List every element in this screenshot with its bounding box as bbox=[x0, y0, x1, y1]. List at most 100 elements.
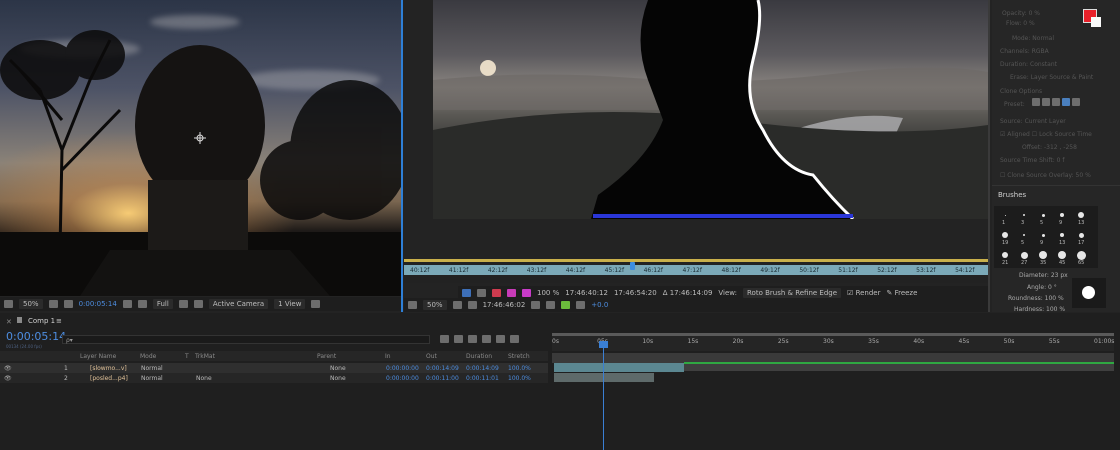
playhead-handle[interactable] bbox=[599, 341, 608, 348]
red-channel-icon[interactable] bbox=[492, 289, 501, 297]
tab-menu-icon[interactable]: ≡ bbox=[56, 317, 62, 325]
col-in[interactable]: In bbox=[385, 353, 391, 360]
panel-divider[interactable] bbox=[988, 0, 990, 312]
layer-in[interactable]: 0:00:00:00 bbox=[386, 365, 419, 372]
col-out[interactable]: Out bbox=[426, 353, 437, 360]
brush-preset[interactable] bbox=[1020, 251, 1028, 259]
layer-parent[interactable]: None bbox=[330, 375, 346, 382]
exposure-value[interactable]: +0.0 bbox=[591, 301, 608, 309]
comp-tab[interactable]: Comp 1 bbox=[28, 317, 55, 325]
always-preview-icon[interactable] bbox=[4, 300, 13, 308]
green-channel-icon[interactable] bbox=[561, 301, 571, 309]
alpha-overlay-icon[interactable] bbox=[522, 289, 531, 297]
mask-icon[interactable] bbox=[467, 301, 477, 309]
view-dropdown[interactable]: Roto Brush & Refine Edge bbox=[743, 288, 842, 298]
work-area-bar[interactable] bbox=[404, 259, 988, 262]
layer-stretch[interactable]: 100.0% bbox=[508, 365, 531, 372]
aligned-checkbox[interactable]: ☑ Aligned ☐ Lock Source Time bbox=[1000, 131, 1092, 138]
brush-preset[interactable] bbox=[1041, 233, 1045, 237]
col-stretch[interactable]: Stretch bbox=[508, 353, 530, 360]
brush-preset[interactable] bbox=[1004, 214, 1006, 216]
brush-preset[interactable] bbox=[1023, 234, 1025, 236]
layer-mode[interactable]: Normal bbox=[141, 375, 163, 382]
brush-preset[interactable] bbox=[1078, 212, 1084, 218]
layer-trkmat[interactable]: None bbox=[196, 375, 212, 382]
reset-exposure-icon[interactable] bbox=[576, 301, 586, 309]
magenta-overlay-icon[interactable] bbox=[507, 289, 516, 297]
layer-duration[interactable]: 0:00:11:01 bbox=[466, 375, 499, 382]
resolution-dropdown[interactable]: Full bbox=[152, 299, 173, 309]
snapshot-icon[interactable] bbox=[531, 301, 541, 309]
composition-viewer[interactable] bbox=[0, 0, 401, 296]
mode-dropdown[interactable]: Normal bbox=[1032, 35, 1054, 42]
views-dropdown[interactable]: 1 View bbox=[274, 299, 306, 309]
region-icon[interactable] bbox=[178, 300, 188, 308]
layer-name[interactable]: [posled...p4] bbox=[90, 375, 128, 382]
time-in-bracket[interactable]: 17:46:40:12 bbox=[565, 289, 608, 297]
transparency-grid-icon[interactable] bbox=[193, 300, 203, 308]
clone-overlay-checkbox[interactable]: ☐ Clone Source Overlay: 50 % bbox=[1000, 172, 1091, 179]
col-mode[interactable]: Mode bbox=[140, 353, 156, 360]
motion-blur-icon[interactable] bbox=[496, 335, 505, 343]
color-icon[interactable] bbox=[546, 301, 556, 309]
brush-preset[interactable] bbox=[1078, 232, 1084, 238]
layer-duration[interactable]: 0:00:14:09 bbox=[466, 365, 499, 372]
angle-field[interactable]: Angle: 0 ° bbox=[1027, 284, 1057, 291]
camera-dropdown[interactable]: Active Camera bbox=[208, 299, 269, 309]
brush-preset[interactable] bbox=[1076, 250, 1086, 260]
comp-flowchart-icon[interactable] bbox=[440, 335, 449, 343]
col-parent[interactable]: Parent bbox=[317, 353, 336, 360]
layer-search-input[interactable]: ρ▾ bbox=[62, 335, 430, 344]
clone-options-heading[interactable]: Clone Options bbox=[1000, 88, 1042, 95]
brush-preset[interactable] bbox=[1023, 214, 1025, 216]
layer-timecode[interactable]: 17:46:46:02 bbox=[483, 301, 526, 309]
layer-eye-icon[interactable]: 👁 bbox=[4, 375, 12, 382]
layer-out[interactable]: 0:00:11:00 bbox=[426, 375, 459, 382]
roundness-field[interactable]: Roundness: 100 % bbox=[1008, 295, 1064, 302]
preset-icon[interactable] bbox=[1042, 98, 1050, 106]
current-time-display[interactable]: 0:00:05:14 bbox=[6, 330, 66, 343]
preset-icon[interactable] bbox=[1032, 98, 1040, 106]
mask-icon[interactable] bbox=[63, 300, 73, 308]
layer-in[interactable]: 0:00:00:00 bbox=[386, 375, 419, 382]
channels-dropdown[interactable]: RGBA bbox=[1032, 48, 1049, 55]
col-t[interactable]: T bbox=[185, 353, 189, 360]
hardness-field[interactable]: Hardness: 100 % bbox=[1014, 306, 1065, 313]
layer-parent[interactable]: None bbox=[330, 365, 346, 372]
grid-icon[interactable] bbox=[48, 300, 58, 308]
layer-mode[interactable]: Normal bbox=[141, 365, 163, 372]
brush-preset[interactable] bbox=[1060, 233, 1064, 237]
erase-dropdown[interactable]: Layer Source & Paint bbox=[1031, 74, 1094, 81]
layer-out[interactable]: 0:00:14:09 bbox=[426, 365, 459, 372]
brush-preset[interactable] bbox=[1060, 213, 1064, 217]
grid-icon[interactable] bbox=[452, 301, 462, 309]
layer-name[interactable]: [slowmo...v] bbox=[90, 365, 127, 372]
freeze-button[interactable]: ✎ Freeze bbox=[886, 289, 917, 297]
toggle-icon[interactable] bbox=[462, 289, 471, 297]
layer-stretch[interactable]: 100.0% bbox=[508, 375, 531, 382]
background-color-swatch[interactable] bbox=[1091, 17, 1101, 27]
comp-time-ruler[interactable]: 0s05s10s15s20s25s30s35s40s45s50s55s01:00… bbox=[552, 333, 1114, 351]
time-out-bracket[interactable]: 17:46:54:20 bbox=[614, 289, 657, 297]
view-options-icon[interactable] bbox=[311, 300, 321, 308]
opacity-field[interactable]: Opacity: 0 % bbox=[1002, 10, 1040, 17]
snap-icon[interactable] bbox=[477, 289, 486, 297]
magnify-icon[interactable] bbox=[408, 301, 417, 309]
frame-blending-icon[interactable] bbox=[482, 335, 491, 343]
color-icon[interactable] bbox=[137, 300, 147, 308]
work-area-bar[interactable] bbox=[552, 333, 1114, 336]
layer-bar-1[interactable] bbox=[554, 363, 684, 372]
source-dropdown[interactable]: Current Layer bbox=[1025, 118, 1066, 125]
overlay-percent[interactable]: 100 % bbox=[537, 289, 559, 297]
brush-preset[interactable] bbox=[1002, 252, 1008, 258]
brush-preset[interactable] bbox=[1041, 213, 1045, 217]
preset-icon[interactable] bbox=[1072, 98, 1080, 106]
draft-3d-icon[interactable] bbox=[454, 335, 463, 343]
render-checkbox[interactable]: ☑ Render bbox=[847, 289, 880, 297]
col-layer-name[interactable]: Layer Name bbox=[80, 353, 116, 360]
flow-field[interactable]: Flow: 0 % bbox=[1006, 20, 1035, 27]
graph-editor-icon[interactable] bbox=[510, 335, 519, 343]
preset-icon[interactable] bbox=[1062, 98, 1070, 106]
brush-preset[interactable] bbox=[1039, 251, 1047, 259]
shy-icon[interactable] bbox=[468, 335, 477, 343]
